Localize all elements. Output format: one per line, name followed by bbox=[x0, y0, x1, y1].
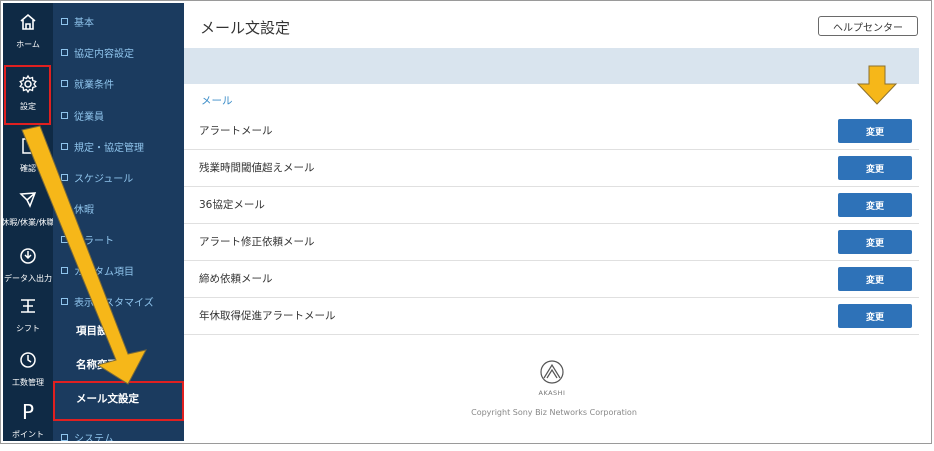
rail-label-confirm: 確認 bbox=[20, 164, 36, 173]
square-icon bbox=[61, 266, 68, 274]
submenu-label: 休暇 bbox=[74, 204, 94, 216]
submenu-item-system[interactable]: システム bbox=[61, 427, 183, 441]
submenu-label: アラート bbox=[74, 235, 114, 247]
rail-item-shift[interactable]: シフト bbox=[3, 287, 53, 345]
submenu-item-rules[interactable]: 規定・協定管理 bbox=[61, 136, 183, 156]
mail-row-label: アラート修正依頼メール bbox=[199, 236, 315, 248]
submenu-item-agreement[interactable]: 協定内容設定 bbox=[61, 42, 183, 62]
mail-row: 年休取得促進アラートメール 変更 bbox=[184, 297, 919, 335]
change-button[interactable]: 変更 bbox=[838, 119, 912, 143]
submenu-label: 表示カスタマイズ bbox=[74, 297, 154, 309]
submenu-sub-name-change[interactable]: 名称変更 bbox=[76, 357, 118, 372]
rail-item-home[interactable]: ホーム bbox=[3, 3, 53, 61]
change-button[interactable]: 変更 bbox=[838, 230, 912, 254]
square-icon bbox=[61, 235, 68, 243]
mail-row-label: 締め依頼メール bbox=[199, 273, 273, 285]
submenu-item-schedule[interactable]: スケジュール bbox=[61, 167, 183, 187]
point-icon: P bbox=[3, 399, 53, 425]
square-icon bbox=[61, 79, 68, 87]
annotation-highlight-settings bbox=[4, 65, 51, 125]
settings-submenu: 基本 協定内容設定 就業条件 従業員 規定・協定管理 スケジュール 休暇 アラー… bbox=[53, 3, 184, 441]
page-title: メール文設定 bbox=[200, 19, 291, 37]
submenu-label: カスタム項目 bbox=[74, 266, 134, 278]
submenu-label: システム bbox=[74, 433, 114, 442]
square-icon bbox=[61, 142, 68, 150]
mail-row-label: 年休取得促進アラートメール bbox=[199, 310, 336, 322]
home-icon bbox=[3, 9, 53, 35]
mail-row-label: アラートメール bbox=[199, 125, 273, 137]
change-button[interactable]: 変更 bbox=[838, 267, 912, 291]
help-center-button[interactable]: ヘルプセンター bbox=[818, 16, 918, 36]
square-icon bbox=[61, 173, 68, 181]
point-glyph: P bbox=[21, 400, 35, 424]
submenu-item-custom-fields[interactable]: カスタム項目 bbox=[61, 260, 183, 280]
submenu-item-basic[interactable]: 基本 bbox=[61, 11, 183, 31]
square-icon bbox=[61, 297, 68, 305]
mail-row: 36協定メール 変更 bbox=[184, 186, 919, 224]
rail-item-leave[interactable]: 休暇/休業/休職 bbox=[1, 181, 55, 239]
submenu-item-alert[interactable]: アラート bbox=[61, 229, 183, 249]
rail-label-point: ポイント bbox=[12, 430, 44, 439]
rail-item-workload[interactable]: 工数管理 bbox=[3, 341, 53, 399]
clock-icon bbox=[3, 347, 53, 373]
submenu-item-leave[interactable]: 休暇 bbox=[61, 198, 183, 218]
shift-icon bbox=[3, 293, 53, 319]
rail-label-workload: 工数管理 bbox=[12, 378, 44, 387]
rail-item-confirm[interactable]: 確認 bbox=[3, 127, 53, 185]
mail-row: アラートメール 変更 bbox=[184, 112, 919, 150]
change-button[interactable]: 変更 bbox=[838, 193, 912, 217]
submenu-label: スケジュール bbox=[74, 173, 134, 185]
copyright-text: Copyright Sony Biz Networks Corporation bbox=[471, 408, 637, 417]
submenu-item-work-conditions[interactable]: 就業条件 bbox=[61, 73, 183, 93]
mail-row-label: 残業時間閾値超えメール bbox=[199, 162, 315, 174]
rail-label-shift: シフト bbox=[16, 324, 40, 333]
rail-item-point[interactable]: P ポイント bbox=[3, 393, 53, 451]
square-icon bbox=[61, 111, 68, 119]
rail-label-data-io: データ入出力 bbox=[4, 274, 52, 283]
square-icon bbox=[61, 48, 68, 56]
square-icon bbox=[61, 433, 68, 441]
rail-label-leave: 休暇/休業/休職 bbox=[1, 218, 55, 227]
akashi-logo-icon bbox=[540, 360, 564, 384]
main-content: メール文設定 ヘルプセンター メール アラートメール 変更 残業時間閾値超えメー… bbox=[184, 3, 929, 441]
submenu-sub-item-settings[interactable]: 項目設定 bbox=[76, 323, 118, 338]
section-label-mail: メール bbox=[201, 95, 233, 107]
submenu-label: 基本 bbox=[74, 17, 94, 29]
rail-label-home: ホーム bbox=[16, 40, 40, 49]
power-icon bbox=[3, 243, 53, 269]
mail-row: アラート修正依頼メール 変更 bbox=[184, 223, 919, 261]
square-icon bbox=[61, 17, 68, 25]
header-band bbox=[184, 48, 919, 84]
submenu-label: 規定・協定管理 bbox=[74, 142, 144, 154]
logo-text: AKASHI bbox=[538, 389, 566, 397]
mail-row-label: 36協定メール bbox=[199, 199, 265, 211]
submenu-label: 従業員 bbox=[74, 111, 104, 123]
mail-row: 残業時間閾値超えメール 変更 bbox=[184, 149, 919, 187]
square-icon bbox=[61, 204, 68, 212]
submenu-label: 就業条件 bbox=[74, 79, 114, 91]
annotation-highlight-mail-settings bbox=[53, 381, 184, 421]
mail-row: 締め依頼メール 変更 bbox=[184, 260, 919, 298]
change-button[interactable]: 変更 bbox=[838, 304, 912, 328]
change-button[interactable]: 変更 bbox=[838, 156, 912, 180]
document-icon bbox=[3, 133, 53, 159]
submenu-item-display-customize[interactable]: 表示カスタマイズ bbox=[61, 291, 183, 311]
leaf-icon bbox=[3, 187, 53, 213]
submenu-label: 協定内容設定 bbox=[74, 48, 134, 60]
submenu-item-employees[interactable]: 従業員 bbox=[61, 105, 183, 125]
